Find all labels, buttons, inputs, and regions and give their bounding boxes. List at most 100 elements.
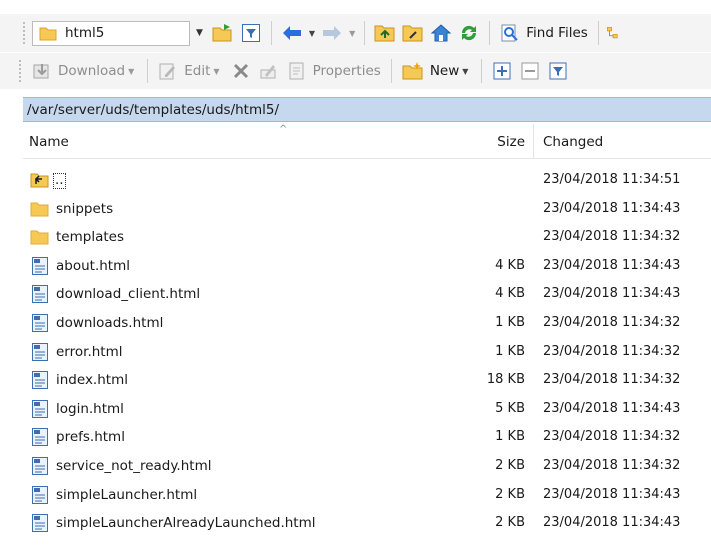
- file-name: downloads.html: [56, 314, 164, 331]
- select-files-icon[interactable]: [489, 58, 515, 84]
- parent-directory-icon[interactable]: [372, 20, 398, 46]
- list-item-folder[interactable]: templates 23/04/2018 11:34:32: [23, 223, 711, 252]
- refresh-icon[interactable]: [456, 20, 482, 46]
- filter-icon[interactable]: [238, 20, 264, 46]
- file-changed: 23/04/2018 11:34:32: [543, 372, 681, 388]
- file-size: 18 KB: [486, 372, 525, 388]
- toolbar-separator: [597, 21, 599, 45]
- toolbar-separator: [270, 21, 272, 45]
- file-list-header: ^ Name Size Changed: [23, 124, 711, 159]
- folder-icon: [39, 27, 57, 41]
- file-size: 2 KB: [495, 486, 525, 502]
- file-changed: 23/04/2018 11:34:32: [543, 314, 681, 330]
- open-directory-icon[interactable]: [210, 20, 236, 46]
- file-changed: 23/04/2018 11:34:43: [543, 400, 681, 416]
- html-file-icon: [30, 256, 50, 276]
- edit-button[interactable]: Edit ▼: [154, 58, 226, 84]
- toolbar-separator: [481, 59, 483, 83]
- folder-icon: [30, 199, 50, 219]
- download-label: Download: [58, 63, 126, 79]
- properties-button[interactable]: Properties: [283, 58, 385, 84]
- rename-icon[interactable]: [256, 58, 282, 84]
- directory-dropdown-icon[interactable]: ▼: [196, 28, 203, 38]
- properties-label: Properties: [312, 63, 381, 79]
- forward-dropdown-icon[interactable]: ▼: [349, 29, 355, 38]
- root-directory-icon[interactable]: [400, 20, 426, 46]
- list-item-file[interactable]: simpleLauncherAlreadyLaunched.html 2 KB …: [23, 509, 711, 538]
- folder-icon: [30, 227, 50, 247]
- html-file-icon: [30, 456, 50, 476]
- file-name: templates: [56, 229, 124, 246]
- delete-icon[interactable]: [228, 58, 254, 84]
- column-header-name[interactable]: Name: [29, 134, 69, 150]
- list-item-file[interactable]: download_client.html 4 KB 23/04/2018 11:…: [23, 280, 711, 309]
- list-item-file[interactable]: prefs.html 1 KB 23/04/2018 11:34:32: [23, 423, 711, 452]
- list-item-file[interactable]: login.html 5 KB 23/04/2018 11:34:43: [23, 395, 711, 424]
- forward-icon[interactable]: [319, 20, 345, 46]
- file-name: index.html: [56, 372, 128, 389]
- file-list: .. 23/04/2018 11:34:51 snippets 23/04/20…: [23, 166, 711, 538]
- list-item-file[interactable]: simpleLauncher.html 2 KB 23/04/2018 11:3…: [23, 481, 711, 510]
- file-name: service_not_ready.html: [56, 457, 212, 474]
- column-header-changed[interactable]: Changed: [543, 134, 603, 150]
- filter-selection-icon[interactable]: [545, 58, 571, 84]
- list-item-file[interactable]: error.html 1 KB 23/04/2018 11:34:32: [23, 338, 711, 367]
- file-name: download_client.html: [56, 286, 201, 303]
- html-file-icon: [30, 284, 50, 304]
- properties-icon: [289, 62, 304, 80]
- column-divider[interactable]: [533, 124, 534, 158]
- file-changed: 23/04/2018 11:34:51: [543, 172, 681, 187]
- file-size: 4 KB: [495, 257, 525, 273]
- new-folder-icon: [402, 62, 423, 80]
- find-files-button[interactable]: Find Files: [496, 20, 592, 46]
- html-file-icon: [30, 342, 50, 362]
- html-file-icon: [30, 370, 50, 390]
- new-label: New: [429, 63, 460, 79]
- list-item-file[interactable]: downloads.html 1 KB 23/04/2018 11:34:32: [23, 309, 711, 338]
- file-changed: 23/04/2018 11:34:32: [543, 457, 681, 473]
- edit-label: Edit: [184, 63, 211, 79]
- file-size: 1 KB: [495, 343, 525, 359]
- html-file-icon: [30, 399, 50, 419]
- tree-icon[interactable]: [606, 20, 620, 46]
- file-size: 1 KB: [495, 429, 525, 445]
- home-icon[interactable]: [428, 20, 454, 46]
- toolbar-grip[interactable]: [18, 59, 22, 83]
- edit-dropdown-icon[interactable]: ▼: [213, 67, 219, 76]
- list-item-file[interactable]: index.html 18 KB 23/04/2018 11:34:32: [23, 366, 711, 395]
- file-name: simpleLauncherAlreadyLaunched.html: [56, 515, 316, 532]
- parent-directory-up-icon: [30, 170, 50, 190]
- find-files-label: Find Files: [526, 25, 588, 41]
- file-changed: 23/04/2018 11:34:43: [543, 286, 681, 302]
- new-dropdown-icon[interactable]: ▼: [462, 67, 468, 76]
- file-name: snippets: [56, 200, 114, 217]
- list-item-file[interactable]: about.html 4 KB 23/04/2018 11:34:43: [23, 252, 711, 281]
- back-icon[interactable]: [279, 20, 305, 46]
- file-toolbar: Download ▼ Edit ▼ Properties New ▼: [0, 53, 711, 89]
- directory-combo[interactable]: html5: [32, 20, 190, 46]
- file-changed: 23/04/2018 11:34:43: [543, 515, 681, 531]
- download-dropdown-icon[interactable]: ▼: [128, 67, 134, 76]
- column-header-size[interactable]: Size: [497, 134, 525, 150]
- download-button[interactable]: Download ▼: [28, 58, 141, 84]
- file-changed: 23/04/2018 11:34:32: [543, 343, 681, 359]
- file-size: 2 KB: [495, 515, 525, 531]
- toolbar-grip[interactable]: [22, 21, 26, 45]
- file-changed: 23/04/2018 11:34:32: [543, 429, 681, 445]
- toolbar-separator: [147, 59, 149, 83]
- list-item-file[interactable]: service_not_ready.html 2 KB 23/04/2018 1…: [23, 452, 711, 481]
- new-button[interactable]: New ▼: [398, 58, 476, 84]
- file-name: prefs.html: [56, 429, 125, 446]
- toolbar-separator: [489, 21, 491, 45]
- file-name: simpleLauncher.html: [56, 486, 198, 503]
- html-file-icon: [30, 513, 50, 533]
- html-file-icon: [30, 427, 50, 447]
- file-changed: 23/04/2018 11:34:43: [543, 486, 681, 502]
- list-item-folder[interactable]: snippets 23/04/2018 11:34:43: [23, 195, 711, 224]
- navigation-toolbar: html5 ▼ ▼ ▼ Find Files: [0, 14, 711, 52]
- unselect-files-icon[interactable]: [517, 58, 543, 84]
- list-item-parent[interactable]: .. 23/04/2018 11:34:51: [23, 166, 711, 195]
- download-icon: [33, 64, 49, 79]
- back-dropdown-icon[interactable]: ▼: [309, 29, 315, 38]
- file-size: 2 KB: [495, 457, 525, 473]
